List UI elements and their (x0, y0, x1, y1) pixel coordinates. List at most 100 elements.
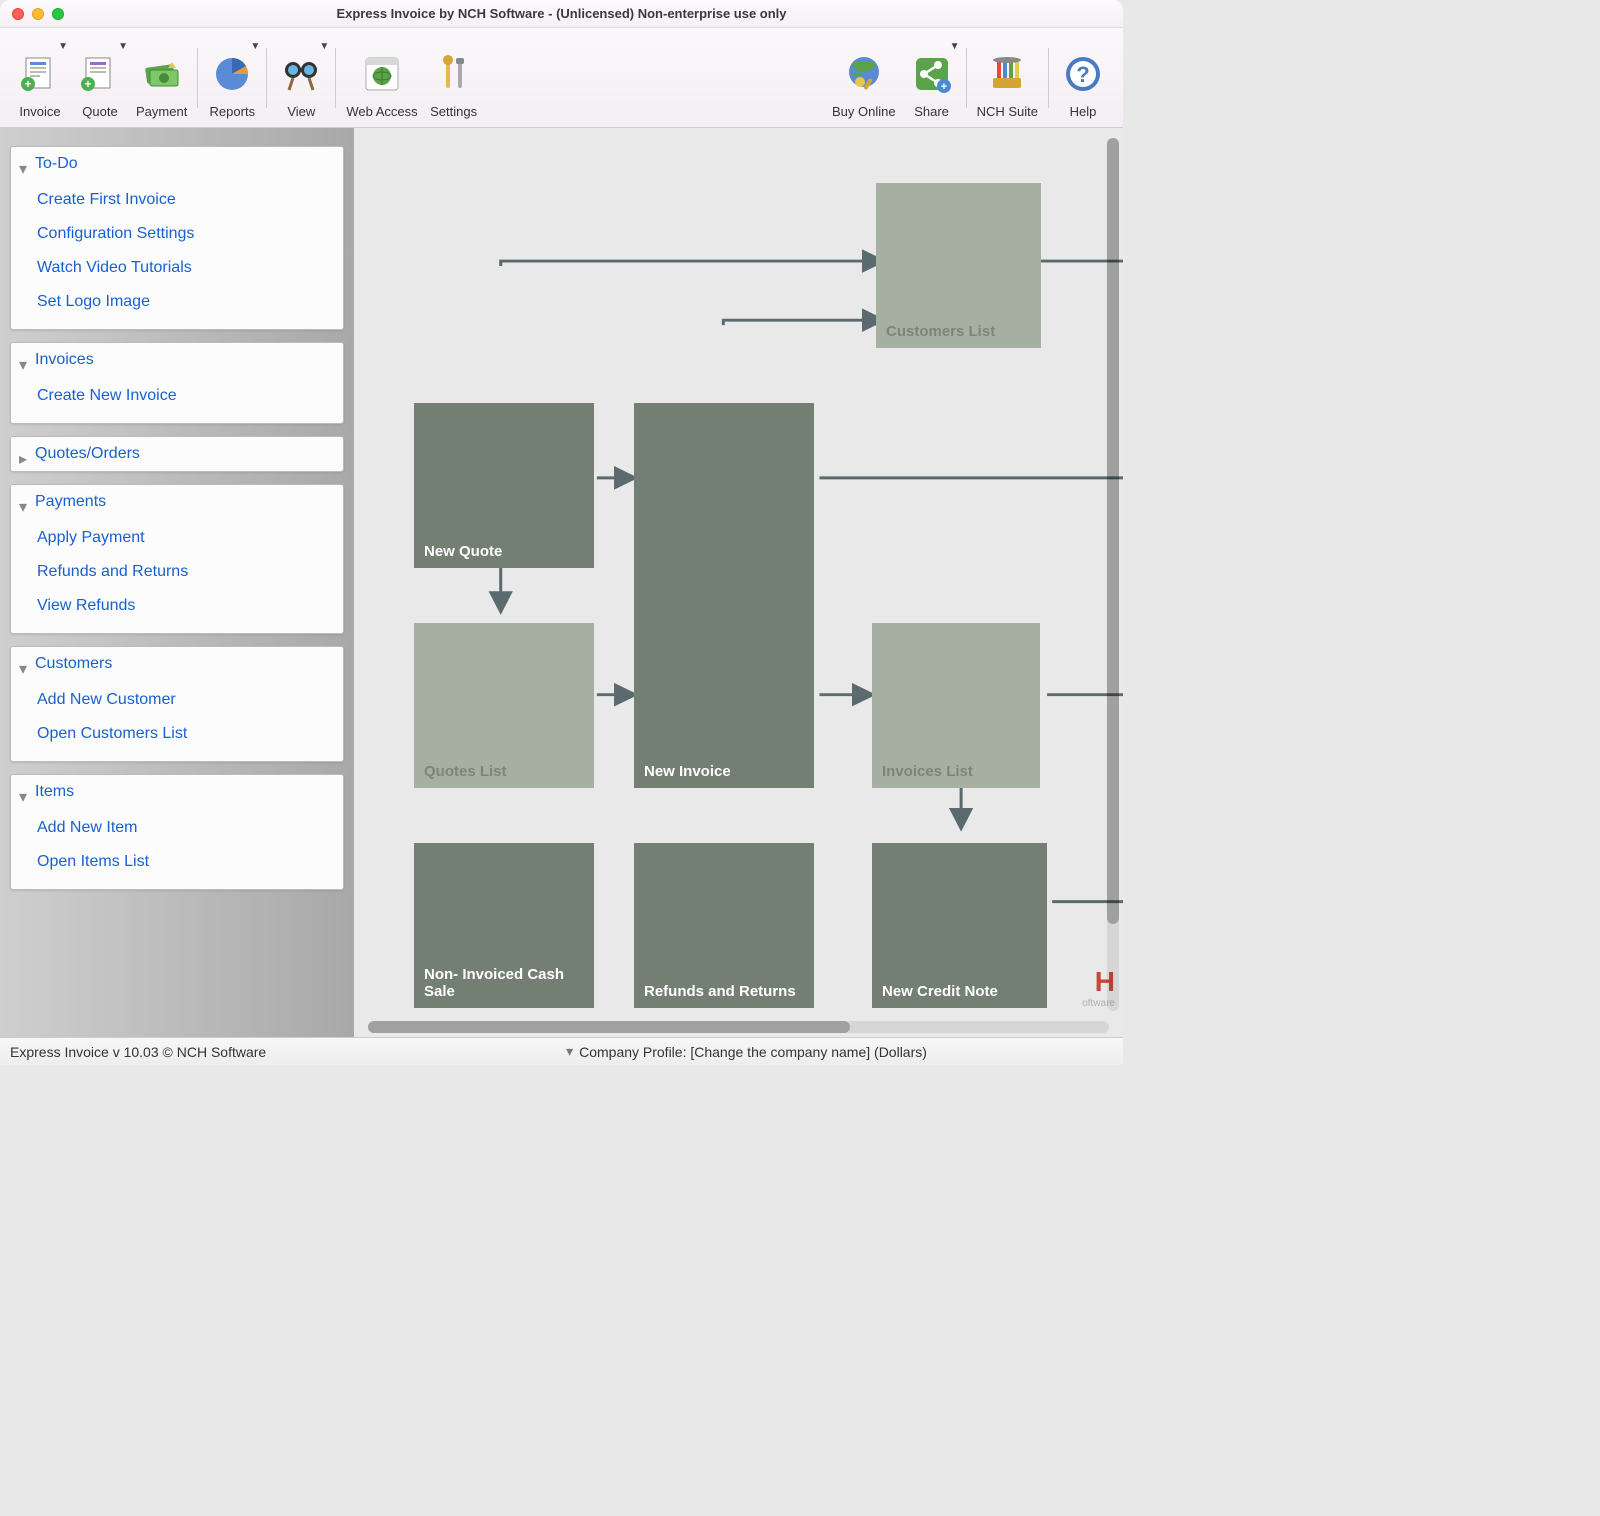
chevron-down-icon: ▾ (19, 787, 29, 797)
sidebar-link[interactable]: Add New Customer (11, 683, 343, 717)
sidebar-link[interactable]: Open Items List (11, 845, 343, 879)
webaccess-button[interactable]: Web Access (340, 33, 423, 123)
chevron-down-icon: ▾ (19, 497, 29, 507)
status-company-profile[interactable]: ▾ Company Profile: [Change the company n… (380, 1043, 1113, 1060)
svg-text:?: ? (1076, 62, 1089, 87)
node-new-quote[interactable]: New Quote (414, 403, 594, 568)
node-invoices-list[interactable]: Invoices List (872, 623, 1040, 788)
section-title: Payments (35, 493, 106, 511)
toolbar-label: Settings (430, 104, 477, 119)
settings-button[interactable]: Settings (424, 33, 484, 123)
node-cash-sale[interactable]: Non- Invoiced Cash Sale (414, 843, 594, 1008)
toolbar-separator (966, 48, 967, 108)
reports-icon (208, 50, 256, 98)
toolbar-label: NCH Suite (977, 104, 1038, 119)
quote-icon: + (76, 50, 124, 98)
help-icon: ? (1059, 50, 1107, 98)
sidebar-section-payments: ▾ Payments Apply PaymentRefunds and Return… (10, 484, 344, 634)
section-header[interactable]: ▾Customers (11, 647, 343, 681)
reports-button[interactable]: ▼Reports (202, 33, 262, 123)
node-quotes-list[interactable]: Quotes List (414, 623, 594, 788)
webaccess-icon (358, 50, 406, 98)
invoice-icon: + (16, 50, 64, 98)
sidebar-link[interactable]: Add New Item (11, 811, 343, 845)
sidebar-link[interactable]: Create New Invoice (11, 379, 343, 413)
buyonline-button[interactable]: Buy Online (826, 33, 902, 123)
node-customers-list[interactable]: Customers List (876, 183, 1041, 348)
section-header[interactable]: ▾ Items (11, 775, 343, 809)
sidebar-link[interactable]: View Refunds (11, 589, 343, 623)
sidebar-section-invoices: ▾InvoicesCreate New Invoice (10, 342, 344, 424)
sidebar-link[interactable]: Refunds and Returns (11, 555, 343, 589)
view-button[interactable]: ▼View (271, 33, 331, 123)
chevron-down-icon: ▾ (19, 355, 29, 365)
titlebar: Express Invoice by NCH Software - (Unlic… (0, 0, 1123, 28)
help-button[interactable]: ? Help (1053, 33, 1113, 123)
sidebar-link[interactable]: Open Customers List (11, 717, 343, 751)
vertical-scrollbar[interactable] (1107, 138, 1119, 1011)
sidebar-link[interactable]: Watch Video Tutorials (11, 251, 343, 285)
minimize-button[interactable] (32, 8, 44, 20)
toolbar: +▼Invoice+▼QuotePayment▼Reports▼ViewWeb … (0, 28, 1123, 128)
node-refunds-returns[interactable]: Refunds and Returns (634, 843, 814, 1008)
section-title: Quotes/Orders (35, 445, 140, 463)
svg-text:+: + (940, 81, 946, 93)
node-new-invoice[interactable]: New Invoice (634, 403, 814, 788)
nchsuite-icon (983, 50, 1031, 98)
dropdown-arrow-icon: ▼ (58, 41, 68, 52)
sidebar: ▾ To-Do Create First InvoiceConfiguration … (0, 128, 354, 1037)
share-icon: + (908, 50, 956, 98)
window-controls (12, 8, 64, 20)
toolbar-label: Buy Online (832, 104, 896, 119)
toolbar-label: View (287, 104, 315, 119)
section-title: To-Do (35, 155, 78, 173)
toolbar-label: Reports (210, 104, 256, 119)
toolbar-label: Share (914, 104, 949, 119)
workflow-area[interactable]: Customers List New Quote Quotes List New… (354, 128, 1123, 1015)
chevron-down-icon: ▾ (19, 159, 29, 169)
chevron-down-icon: ▾ (566, 1043, 573, 1060)
section-header[interactable]: ▸ Quotes/Orders (11, 437, 343, 471)
toolbar-label: Web Access (346, 104, 417, 119)
status-version: Express Invoice v 10.03 © NCH Software (10, 1044, 380, 1060)
section-header[interactable]: ▾Invoices (11, 343, 343, 377)
nchsuite-button[interactable]: NCH Suite (971, 33, 1044, 123)
window-title: Express Invoice by NCH Software - (Unlic… (0, 6, 1123, 21)
maximize-button[interactable] (52, 8, 64, 20)
invoice-button[interactable]: + ▼ Invoice (10, 33, 70, 123)
sidebar-link[interactable]: Configuration Settings (11, 217, 343, 251)
share-button[interactable]: + ▼ Share (902, 33, 962, 123)
chevron-right-icon: ▸ (19, 449, 29, 459)
sidebar-link[interactable]: Create First Invoice (11, 183, 343, 217)
toolbar-label: Quote (82, 104, 117, 119)
sidebar-section-quotes-orders: ▸ Quotes/Orders (10, 436, 344, 472)
buyonline-icon (840, 50, 888, 98)
toolbar-separator (197, 48, 198, 108)
payment-button[interactable]: Payment (130, 33, 193, 123)
horizontal-scrollbar[interactable] (368, 1021, 1109, 1033)
workflow-canvas: Customers List New Quote Quotes List New… (354, 128, 1123, 1037)
sidebar-link[interactable]: Apply Payment (11, 521, 343, 555)
sidebar-section-customers: ▾CustomersAdd New CustomerOpen Customers… (10, 646, 344, 762)
svg-text:+: + (24, 77, 31, 91)
dropdown-arrow-icon: ▼ (118, 41, 128, 52)
node-new-credit-note[interactable]: New Credit Note (872, 843, 1047, 1008)
section-header[interactable]: ▾ Payments (11, 485, 343, 519)
settings-icon (430, 50, 478, 98)
svg-text:+: + (84, 77, 91, 91)
view-icon (277, 50, 325, 98)
toolbar-separator (1048, 48, 1049, 108)
sidebar-link[interactable]: Set Logo Image (11, 285, 343, 319)
sidebar-section-items: ▾ Items Add New ItemOpen Items List (10, 774, 344, 890)
close-button[interactable] (12, 8, 24, 20)
toolbar-label: Help (1070, 104, 1097, 119)
section-header[interactable]: ▾ To-Do (11, 147, 343, 181)
quote-button[interactable]: + ▼ Quote (70, 33, 130, 123)
section-title: Customers (35, 655, 112, 673)
toolbar-separator (266, 48, 267, 108)
toolbar-label: Invoice (19, 104, 60, 119)
section-title: Items (35, 783, 74, 801)
dropdown-arrow-icon: ▼ (950, 41, 960, 52)
toolbar-label: Payment (136, 104, 187, 119)
payment-icon (138, 50, 186, 98)
